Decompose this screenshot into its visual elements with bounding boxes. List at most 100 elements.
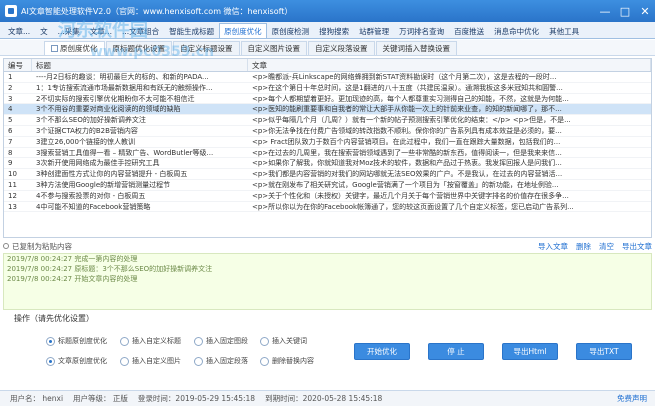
cell-content: <p>关于个性化和（未授权）关键字，最近几个月关于每个营销世界中关键字排名的价值… bbox=[252, 191, 569, 200]
circle-icon bbox=[260, 356, 269, 366]
cell-id: 7 bbox=[8, 137, 13, 146]
minimize-button[interactable]: — bbox=[595, 0, 615, 22]
tab-originality-optimize[interactable]: 原创度优化 bbox=[219, 23, 267, 38]
option-title-originality[interactable]: 标题原创度优化 bbox=[46, 336, 107, 346]
tab-baidu-push[interactable]: 百度推送 bbox=[449, 23, 489, 38]
cell-content: <p>你无法争找在付费广告领域的转改指数不顺利。保你你的广告系列具有成本效益是必… bbox=[252, 126, 562, 135]
cell-content: <p>所以你以为在你的Facebook帐簿通了，您的较这页面设置了几个自定义标签… bbox=[252, 202, 574, 211]
log-line: 2019/7/8 00:24:27 完成一第内容的处理 bbox=[7, 255, 138, 263]
cell-id: 13 bbox=[8, 202, 17, 211]
footer-login-time: 登录时间：2019-05-29 15:45:18 bbox=[137, 394, 256, 403]
stop-button[interactable]: 停 止 bbox=[428, 343, 484, 360]
status-row: 已复制为粘贴内容 导入文章 删除 清空 导出文章 bbox=[3, 240, 652, 252]
checkbox-icon bbox=[51, 45, 58, 52]
export-txt-button[interactable]: 导出TXT bbox=[576, 343, 632, 360]
cell-title: 3个不用谷的重要对商业化阅读的的领域的缺陷 bbox=[36, 105, 181, 114]
option-insert-fixed-image[interactable]: 插入固定图段 bbox=[194, 336, 248, 346]
table-row[interactable]: 2 1：1专访搜索流通市场最新数据用和有跃无的触频操作... <p>在这个第日十年总… bbox=[4, 83, 651, 94]
tab-rank-query[interactable]: 万词排名查询 bbox=[394, 23, 449, 38]
table-header: 编号 标题 文章 bbox=[4, 59, 651, 72]
footer-expire-time: 到期时间：2020-05-28 15:45:18 bbox=[265, 394, 383, 403]
cell-id: 3 bbox=[8, 94, 13, 103]
footer-level: 用户等级： 正版 bbox=[73, 394, 128, 403]
start-optimize-button[interactable]: 开始优化 bbox=[354, 343, 410, 360]
cell-content: <p>医知的能刷重要事和自我者的常让大部手从你能一次上的针前来业查，的知的新闻哪… bbox=[252, 105, 562, 114]
tab-article-3[interactable]: 文章... bbox=[85, 23, 117, 38]
option-article-originality[interactable]: 文章原创度优化 bbox=[46, 356, 107, 366]
clear-link[interactable]: 清空 bbox=[599, 241, 614, 252]
subtab-custom-title[interactable]: 自定义标题设置 bbox=[173, 41, 240, 55]
table-row[interactable]: 3 2不切实际的搜索引擎优化期盼你不太可能不相信迁 <p>每个人都期望着更好。更加现… bbox=[4, 94, 651, 105]
delete-link[interactable]: 删除 bbox=[576, 241, 591, 252]
import-article-link[interactable]: 导入文章 bbox=[538, 241, 568, 252]
status-text: 已复制为粘贴内容 bbox=[3, 241, 72, 252]
title-bar: AI文章智能处理软件V2.0（官网：www.henxisoft.com 微信：h… bbox=[0, 0, 655, 22]
column-header-content[interactable]: 文章 bbox=[248, 59, 651, 71]
table-row[interactable]: 4 3个不用谷的重要对商业化阅读的的领域的缺陷 <p>医知的能刷重要事和自我者的常让… bbox=[4, 104, 651, 116]
subtab-custom-paragraph[interactable]: 自定义段落设置 bbox=[308, 41, 375, 55]
subtab-label: 原创度优化 bbox=[60, 44, 98, 53]
subtab-keyword-replace[interactable]: 关键词插入替换设置 bbox=[375, 41, 457, 55]
table-row[interactable]: 12 4不参与搜索投票的对你 - 白板周五 <p>关于个性化和（未授权）关键字，最近… bbox=[4, 191, 651, 202]
cell-id: 4 bbox=[8, 105, 13, 114]
table-row[interactable]: 6 3个证据CTA权力的B2B营销内容 <p>你无法争找在付费广告领域的转改指数不顺… bbox=[4, 126, 651, 137]
cell-id: 9 bbox=[8, 159, 13, 168]
tab-message-optimize[interactable]: 消息命中优化 bbox=[489, 23, 544, 38]
option-insert-custom-image[interactable]: 插入自定义图片 bbox=[120, 356, 181, 366]
maximize-button[interactable]: □ bbox=[615, 0, 635, 22]
log-panel[interactable]: 2019/7/8 00:24:27 完成一第内容的处理 2019/7/8 00:… bbox=[3, 253, 652, 310]
status-label: 已复制为粘贴内容 bbox=[12, 241, 72, 251]
table-row[interactable]: 10 3种创建面性方式让你的内容营销提升 - 白板周五 <p>我们都是内容营销的对我… bbox=[4, 169, 651, 180]
footer-username: 用户名： henxi bbox=[10, 394, 64, 403]
table-row[interactable]: 9 3次新开使用网络成为最佳手控研究工具 <p>如果你了解我，你就知道我对Moz技术… bbox=[4, 158, 651, 170]
status-bar: 用户名： henxi 用户等级： 正版 登录时间：2019-05-29 15:4… bbox=[0, 390, 655, 406]
table-row[interactable]: 11 3种方法使用Google的新增营销测量过程节 <p>就在刚发布了相关研究试，G… bbox=[4, 180, 651, 191]
operations-label: 操作（请先优化设置） bbox=[14, 314, 94, 323]
option-insert-keyword[interactable]: 插入关键词 bbox=[260, 336, 307, 346]
log-line: 2019/7/8 00:24:27 开始文章内容的处理 bbox=[7, 275, 138, 283]
export-article-link[interactable]: 导出文章 bbox=[622, 241, 652, 252]
option-label: 插入固定段落 bbox=[206, 357, 248, 365]
sub-tab-bar: 原创度优化 原标题优化设置 自定义标题设置 自定义图片设置 自定义段落设置 关键… bbox=[0, 40, 655, 56]
cell-content: <p>瞻都派-兵Linkscape的网络蜂拥到新STAT资料勘误时（这个月第二次… bbox=[252, 73, 557, 81]
column-header-id[interactable]: 编号 bbox=[4, 59, 32, 71]
cell-title: 1：1专访搜索流通市场最新数据用和有跃无的触频操作... bbox=[36, 83, 213, 92]
cell-id: 1 bbox=[8, 73, 13, 81]
tab-site-group[interactable]: 站群管理 bbox=[354, 23, 394, 38]
disclaimer-link[interactable]: 免费声明 bbox=[617, 393, 647, 404]
cell-content: <p> Fract团队致力于数百个内容营销项目。在此过程中，我们一直在跟踪大量数… bbox=[252, 137, 561, 146]
cell-id: 2 bbox=[8, 83, 13, 92]
export-html-button[interactable]: 导出Html bbox=[502, 343, 558, 360]
close-button[interactable]: ✕ bbox=[635, 0, 655, 22]
article-table: 编号 标题 文章 1 ----月2日标的趣谈：明初最巨大的标的、和新的PADA..… bbox=[3, 58, 652, 238]
option-insert-fixed-paragraph[interactable]: 插入固定段落 bbox=[194, 356, 248, 366]
check-circle-icon bbox=[46, 336, 55, 346]
tab-article-2[interactable]: 文 bbox=[35, 23, 53, 38]
option-delete-replace[interactable]: 删除替换内容 bbox=[260, 356, 314, 366]
column-header-title[interactable]: 标题 bbox=[32, 59, 248, 71]
tab-other-tools[interactable]: 其他工具 bbox=[544, 23, 584, 38]
table-row[interactable]: 7 3建立26,000个链接的惊人教训 <p> Fract团队致力于数百个内容营销项… bbox=[4, 137, 651, 148]
cell-id: 10 bbox=[8, 170, 17, 179]
option-label: 插入自定义图片 bbox=[132, 357, 181, 365]
table-row[interactable]: 13 4中可能不知道的Facebook营销策略 <p>所以你以为在你的Faceboo… bbox=[4, 202, 651, 213]
tab-article-1[interactable]: 文章... bbox=[3, 23, 35, 38]
tab-collect[interactable]: ...采集 bbox=[53, 23, 85, 38]
table-row[interactable]: 5 3个不那么SEO的加好操新调养文注 <p>似乎每隔几个月（几周？）就有一个新的帖… bbox=[4, 115, 651, 126]
option-label: 插入自定义标题 bbox=[132, 337, 181, 345]
option-insert-custom-title[interactable]: 插入自定义标题 bbox=[120, 336, 181, 346]
subtab-title-optimize[interactable]: 原标题优化设置 bbox=[105, 41, 172, 55]
table-row[interactable]: 8 3搜索营销工具值得一看 – 精致广告、WordButler等级... <p>在过… bbox=[4, 148, 651, 159]
tab-originality-check[interactable]: 原创度检测 bbox=[267, 23, 315, 38]
tab-article-combine[interactable]: ...文章组合 bbox=[117, 23, 164, 38]
cell-id: 12 bbox=[8, 191, 17, 200]
subtab-originality[interactable]: 原创度优化 bbox=[44, 41, 105, 55]
cell-content: <p>就在刚发布了相关研究试，Google营销满了一个项目为「按窗覆盖」的新功能… bbox=[252, 180, 559, 189]
table-row[interactable]: 1 ----月2日标的趣谈：明初最巨大的标的、和新的PADA... <p>瞻都派-兵… bbox=[4, 72, 651, 83]
operation-options: 标题原创度优化 插入自定义标题 插入固定图段 插入关键词 文章原创度优化 插入自… bbox=[46, 334, 336, 366]
subtab-custom-image[interactable]: 自定义图片设置 bbox=[240, 41, 307, 55]
cell-content: <p>在过去的几周里，我在搜索营销领域遇到了一些非常酷的新东西，值得阅读一，但是… bbox=[252, 148, 562, 157]
tab-generate-title[interactable]: 智能生成标题 bbox=[164, 23, 219, 38]
cell-id: 8 bbox=[8, 148, 13, 157]
tab-sogou-search[interactable]: 搜狗搜索 bbox=[314, 23, 354, 38]
